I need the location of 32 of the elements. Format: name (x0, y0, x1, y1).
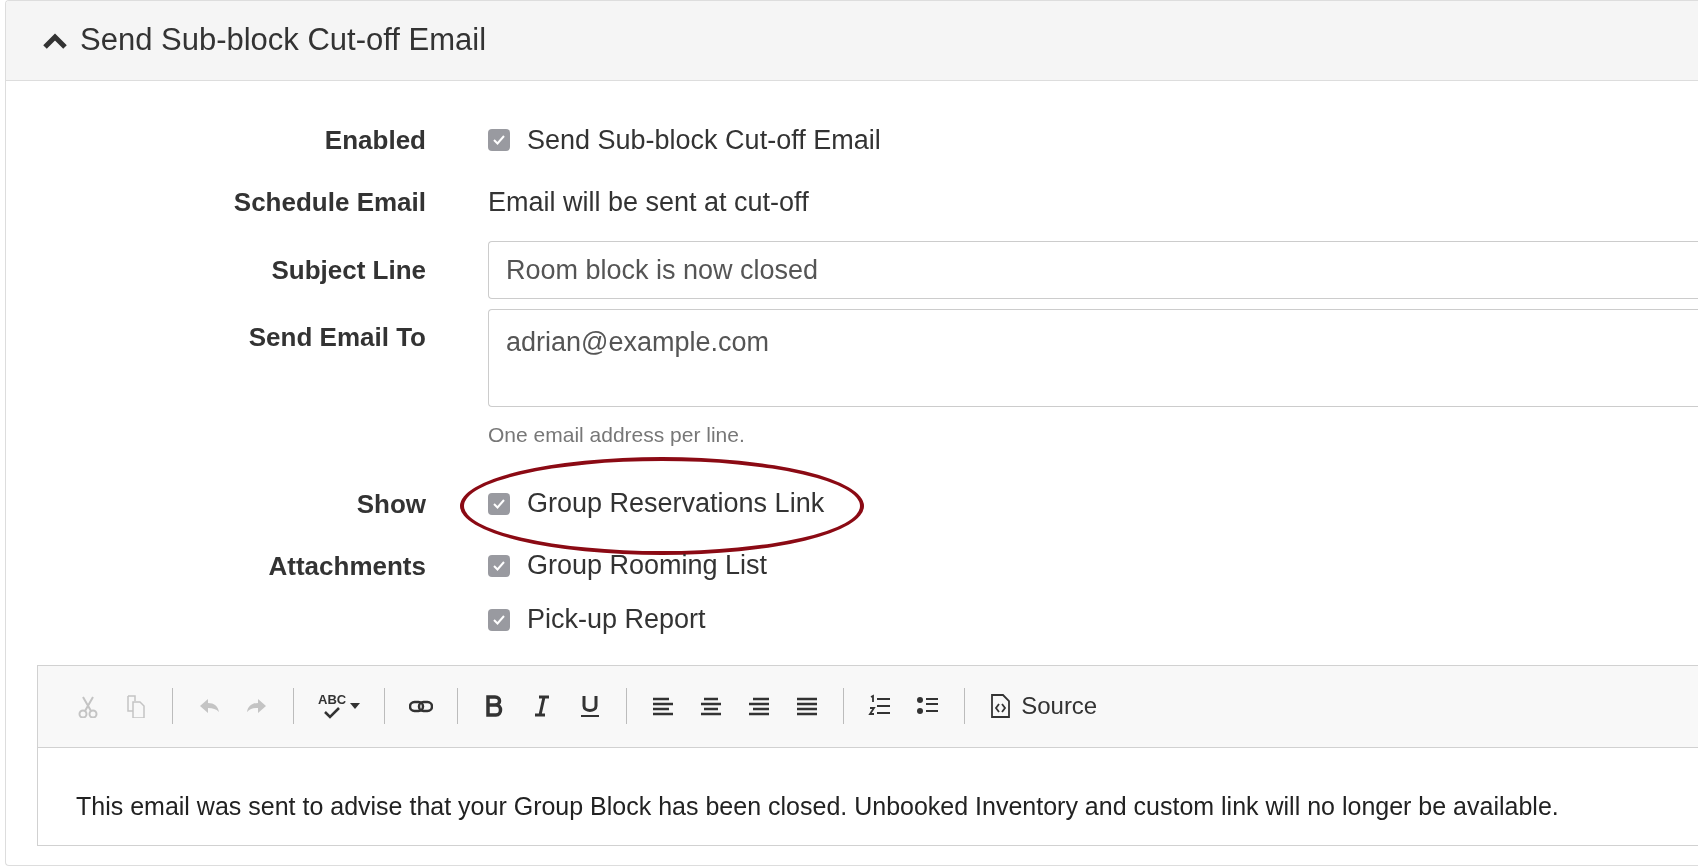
field-label: Enabled (324, 124, 426, 157)
checkbox-label[interactable]: Group Reservations Link (527, 483, 825, 524)
field-value: Email will be sent at cut-off (488, 186, 810, 219)
panel-title: Send Sub-block Cut-off Email (80, 21, 487, 60)
email-textarea[interactable]: adrian@example.com (488, 309, 1698, 407)
subject-input-field[interactable]: Room block is now closed (488, 241, 1698, 299)
checkmark-icon (492, 497, 506, 510)
numbered-list-icon (868, 694, 893, 718)
checkmark-icon (492, 559, 506, 572)
checkmark-icon (492, 134, 506, 146)
checkbox-label[interactable]: Pick-up Report (527, 599, 706, 640)
copy-icon (124, 694, 148, 718)
checkbox[interactable] (488, 608, 510, 631)
checkmark-icon (322, 706, 343, 719)
field-label: Schedule Email (233, 186, 426, 219)
field-label: Send Email To (248, 321, 426, 354)
field-label: Attachments (268, 549, 426, 583)
scissors-icon (76, 694, 100, 718)
checkbox[interactable] (488, 492, 510, 515)
field-label: Show (356, 487, 426, 521)
panel-header[interactable]: Send Sub-block Cut-off Email (6, 1, 1698, 81)
checkmark-icon (492, 613, 506, 626)
checkbox-label[interactable]: Group Rooming List (527, 545, 768, 586)
help-text: One email address per line. (488, 422, 746, 448)
checkbox-label[interactable]: Send Sub-block Cut-off Email (527, 119, 881, 161)
spellcheck-button[interactable]: ABC (306, 684, 373, 728)
checkbox[interactable] (488, 554, 510, 577)
source-code-button[interactable]: Source (977, 684, 1110, 728)
caret-icon (350, 703, 361, 709)
checkbox[interactable] (488, 129, 510, 151)
email-body-text: This email was sent to advise that your Group Block has been closed. Unbooked Inventory and custom link will no longer be available. (75, 790, 1560, 822)
field-label: Subject Line (271, 254, 426, 287)
